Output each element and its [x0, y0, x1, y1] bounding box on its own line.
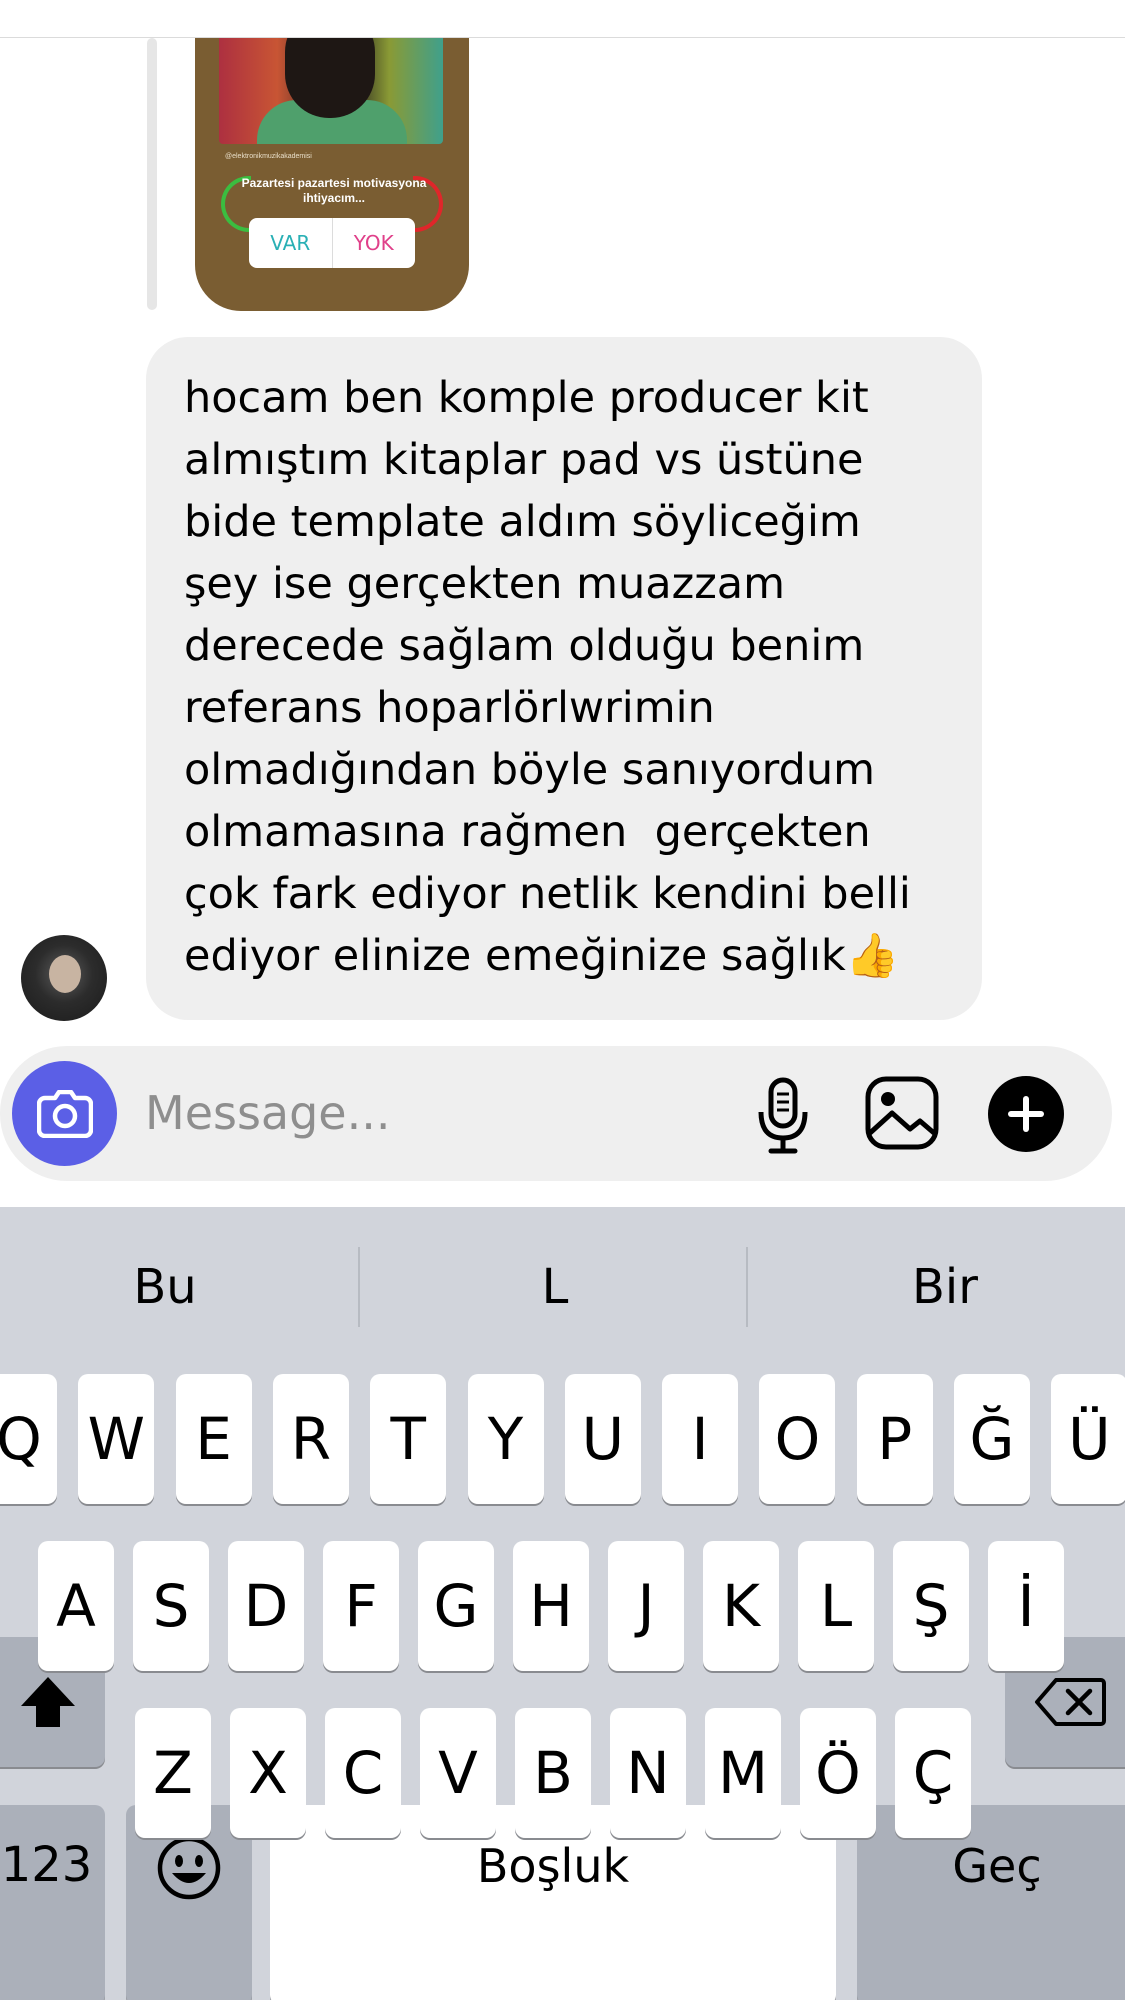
story-photo	[219, 38, 443, 144]
key-o[interactable]: O	[759, 1374, 836, 1504]
plus-icon	[1008, 1096, 1044, 1132]
suggestion-1[interactable]: Bu	[0, 1247, 330, 1327]
key-j[interactable]: J	[608, 1541, 684, 1671]
key-l[interactable]: L	[798, 1541, 874, 1671]
key-v[interactable]: V	[420, 1708, 496, 1838]
key-r[interactable]: R	[272, 1374, 349, 1504]
message-bubble[interactable]: hocam ben komple producer kit almıştım k…	[146, 337, 982, 1020]
microphone-button[interactable]	[748, 1076, 818, 1156]
key-k[interactable]: K	[703, 1541, 779, 1671]
key-y[interactable]: Y	[467, 1374, 544, 1504]
key-d[interactable]: D	[228, 1541, 304, 1671]
poll-option-var: VAR	[270, 231, 311, 255]
emoji-icon	[157, 1836, 221, 1900]
key-w[interactable]: W	[78, 1374, 155, 1504]
message-composer	[0, 1046, 1112, 1181]
story-poll: VAR YOK	[249, 218, 415, 268]
key-s[interactable]: S	[133, 1541, 209, 1671]
camera-button[interactable]	[12, 1061, 117, 1166]
key-q[interactable]: Q	[0, 1374, 57, 1504]
key-i̇[interactable]: İ	[988, 1541, 1064, 1671]
key-ğ[interactable]: Ğ	[954, 1374, 1030, 1504]
key-i[interactable]: I	[662, 1374, 739, 1504]
avatar[interactable]	[21, 935, 107, 1021]
key-g[interactable]: G	[418, 1541, 494, 1671]
key-h[interactable]: H	[513, 1541, 589, 1671]
suggestion-2[interactable]: L	[390, 1247, 720, 1327]
key-b[interactable]: B	[515, 1708, 591, 1838]
dm-thread-screen: @elektronikmuzikakademisi Pazartesi paza…	[0, 0, 1125, 2000]
key-z[interactable]: Z	[135, 1708, 211, 1838]
key-p[interactable]: P	[856, 1374, 933, 1504]
message-input[interactable]	[145, 1082, 705, 1144]
reply-indicator-line	[147, 38, 157, 310]
story-poll-question: Pazartesi pazartesi motivasyona ihtiyacı…	[241, 176, 427, 205]
key-e[interactable]: E	[175, 1374, 252, 1504]
microphone-icon	[758, 1077, 808, 1154]
key-ç[interactable]: Ç	[895, 1708, 971, 1838]
key-ö[interactable]: Ö	[800, 1708, 876, 1838]
key-ü[interactable]: Ü	[1051, 1374, 1125, 1504]
key-t[interactable]: T	[370, 1374, 447, 1504]
numbers-key[interactable]: 123	[0, 1805, 105, 2000]
poll-option-yok: YOK	[331, 218, 416, 268]
camera-icon	[36, 1089, 93, 1138]
shift-icon	[20, 1677, 75, 1727]
key-f[interactable]: F	[323, 1541, 399, 1671]
key-a[interactable]: A	[38, 1541, 114, 1671]
gallery-icon	[865, 1076, 939, 1150]
suggestion-divider	[746, 1247, 748, 1327]
more-options-button[interactable]	[988, 1076, 1064, 1152]
header-divider	[0, 37, 1125, 38]
key-x[interactable]: X	[230, 1708, 306, 1838]
suggestion-3[interactable]: Bir	[780, 1247, 1110, 1327]
story-handle: @elektronikmuzikakademisi	[225, 153, 312, 160]
key-ş[interactable]: Ş	[893, 1541, 969, 1671]
message-text: hocam ben komple producer kit almıştım k…	[184, 373, 911, 981]
keyboard: Bu L Bir 123 Boşluk Geç Q W E R T Y U I …	[0, 1207, 1125, 2000]
key-n[interactable]: N	[610, 1708, 686, 1838]
key-c[interactable]: C	[325, 1708, 401, 1838]
suggestion-divider	[358, 1247, 360, 1327]
backspace-icon	[1035, 1678, 1106, 1726]
shared-story-preview[interactable]: @elektronikmuzikakademisi Pazartesi paza…	[195, 38, 469, 311]
key-u[interactable]: U	[564, 1374, 641, 1504]
key-m[interactable]: M	[705, 1708, 781, 1838]
gallery-button[interactable]	[862, 1073, 942, 1153]
suggestion-bar: Bu L Bir	[0, 1247, 1125, 1327]
